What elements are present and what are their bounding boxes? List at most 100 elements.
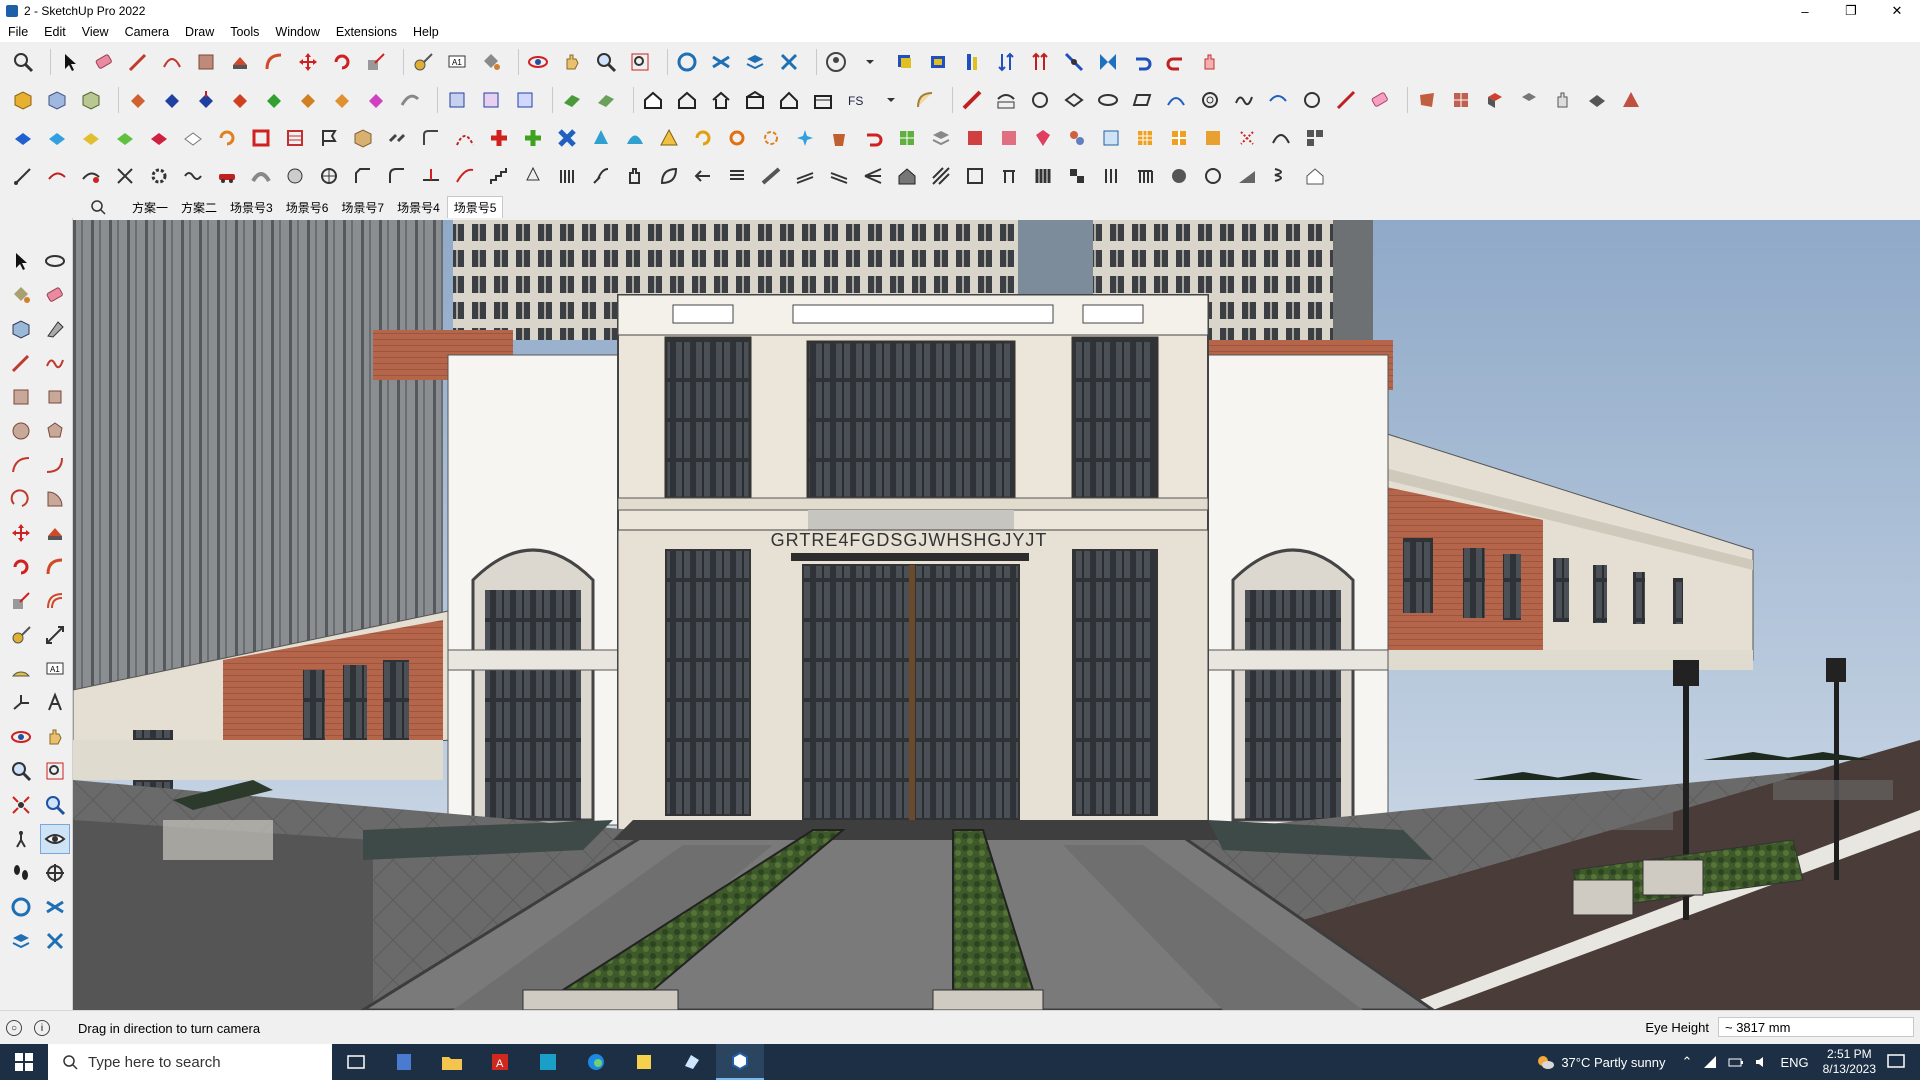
two-point-arc-icon[interactable] <box>40 450 70 480</box>
push-pull-icon[interactable] <box>227 49 253 75</box>
column-icon[interactable] <box>554 163 580 189</box>
orbit-icon[interactable] <box>525 49 551 75</box>
section-plane-icon[interactable] <box>40 858 70 888</box>
follow-me-icon[interactable] <box>40 552 70 582</box>
plus-red-icon[interactable] <box>486 125 512 151</box>
ball-outline-icon[interactable] <box>1200 163 1226 189</box>
warehouse-icon[interactable] <box>674 49 700 75</box>
three-point-arc-icon[interactable] <box>6 484 36 514</box>
battery-icon[interactable] <box>1728 1054 1744 1070</box>
grid-green-icon[interactable] <box>894 125 920 151</box>
gear-icon[interactable] <box>146 163 172 189</box>
component-icon[interactable] <box>6 314 36 344</box>
align-icon[interactable] <box>1061 49 1087 75</box>
tape-measure-icon[interactable] <box>410 49 436 75</box>
texture-grid-icon[interactable] <box>1448 87 1474 113</box>
info-icon[interactable]: i <box>34 1020 50 1036</box>
shape-white-icon[interactable] <box>180 125 206 151</box>
scale-icon[interactable] <box>363 49 389 75</box>
edge-browser-icon[interactable] <box>572 1044 620 1080</box>
grid-dots-icon[interactable] <box>1200 125 1226 151</box>
scatter-red-icon[interactable] <box>1234 125 1260 151</box>
link-icon[interactable] <box>384 125 410 151</box>
extension-warehouse-icon[interactable] <box>40 892 70 922</box>
spline-red-icon[interactable] <box>452 125 478 151</box>
grid-orange-icon[interactable] <box>1132 125 1158 151</box>
network-icon[interactable] <box>1702 1054 1718 1070</box>
pan-icon[interactable] <box>40 722 70 752</box>
freehand-icon[interactable] <box>1231 87 1257 113</box>
sparkle-icon[interactable] <box>792 125 818 151</box>
tag-icon[interactable] <box>40 314 70 344</box>
frame-red-icon[interactable] <box>248 125 274 151</box>
plugin-box-icon[interactable] <box>925 49 951 75</box>
round-corner-icon[interactable] <box>993 87 1019 113</box>
texture-tools-icon[interactable] <box>1516 87 1542 113</box>
scene-tab-1[interactable]: 方案一 <box>126 197 174 218</box>
circles-icon[interactable] <box>1064 125 1090 151</box>
volume-icon[interactable] <box>1754 1054 1770 1070</box>
ellipse-icon[interactable] <box>1095 87 1121 113</box>
select-icon[interactable] <box>6 246 36 276</box>
spring-icon[interactable] <box>1268 163 1294 189</box>
scene-tab-2[interactable]: 方案二 <box>175 197 223 218</box>
orbit-color-icon[interactable] <box>6 722 36 752</box>
sticky-notes-icon[interactable] <box>620 1044 668 1080</box>
component-gold-icon[interactable] <box>10 87 36 113</box>
extrude-icon[interactable] <box>125 87 151 113</box>
fillet-icon[interactable] <box>384 163 410 189</box>
arc-dots-icon[interactable] <box>1268 125 1294 151</box>
window-icon[interactable] <box>1098 125 1124 151</box>
view-back-icon[interactable] <box>295 87 321 113</box>
knife-icon[interactable] <box>758 163 784 189</box>
previous-view-icon[interactable] <box>40 790 70 820</box>
loop-orange-icon[interactable] <box>214 125 240 151</box>
line-nodes-icon[interactable] <box>10 163 36 189</box>
offset-icon[interactable] <box>1299 87 1325 113</box>
louver-icon[interactable] <box>1030 163 1056 189</box>
sketchup-taskbar-icon[interactable] <box>716 1044 764 1080</box>
arc-icon[interactable] <box>6 450 36 480</box>
minimize-button[interactable]: – <box>1782 0 1828 22</box>
corner-icon[interactable] <box>418 125 444 151</box>
push-pull-icon[interactable] <box>40 518 70 548</box>
notifications-icon[interactable] <box>1886 1052 1906 1072</box>
orbit-icon[interactable] <box>40 246 70 276</box>
zoom-extents-icon[interactable] <box>10 49 36 75</box>
polygon-icon[interactable] <box>40 416 70 446</box>
box-tan-icon[interactable] <box>350 125 376 151</box>
menu-edit[interactable]: Edit <box>36 25 74 39</box>
eraser-icon[interactable] <box>91 49 117 75</box>
offset-icon[interactable] <box>40 586 70 616</box>
warning-icon[interactable] <box>656 125 682 151</box>
dome-icon[interactable] <box>622 125 648 151</box>
tape-measure-icon[interactable] <box>6 620 36 650</box>
stairs-icon[interactable] <box>486 163 512 189</box>
material-brown-icon[interactable] <box>1414 87 1440 113</box>
curve-icon[interactable] <box>1163 87 1189 113</box>
loop-yellow-icon[interactable] <box>690 125 716 151</box>
undo-blue-icon[interactable] <box>1129 49 1155 75</box>
tube-icon[interactable] <box>248 163 274 189</box>
edge-red-icon[interactable] <box>1333 87 1359 113</box>
paint-bucket-icon[interactable] <box>478 49 504 75</box>
house-outline-icon[interactable] <box>674 87 700 113</box>
scene-tab-7[interactable]: 场景号7 <box>335 197 390 218</box>
menu-window[interactable]: Window <box>267 25 327 39</box>
scale-icon[interactable] <box>6 586 36 616</box>
menu-extensions[interactable]: Extensions <box>328 25 405 39</box>
spiral-orange-icon[interactable] <box>758 125 784 151</box>
stripes-icon[interactable] <box>282 125 308 151</box>
component-green-icon[interactable] <box>78 87 104 113</box>
plus-green-icon[interactable] <box>520 125 546 151</box>
puzzle-pink-icon[interactable] <box>996 125 1022 151</box>
menu-draw[interactable]: Draw <box>177 25 222 39</box>
dimension-icon[interactable] <box>40 620 70 650</box>
taskbar-search-box[interactable]: Type here to search <box>48 1044 332 1080</box>
axes-icon[interactable] <box>6 688 36 718</box>
lines-diag2-icon[interactable] <box>826 163 852 189</box>
plugin-bars-icon[interactable] <box>959 49 985 75</box>
arrows-up-down-icon[interactable] <box>993 49 1019 75</box>
language-indicator[interactable]: ENG <box>1780 1055 1808 1070</box>
leaf-icon[interactable] <box>656 163 682 189</box>
